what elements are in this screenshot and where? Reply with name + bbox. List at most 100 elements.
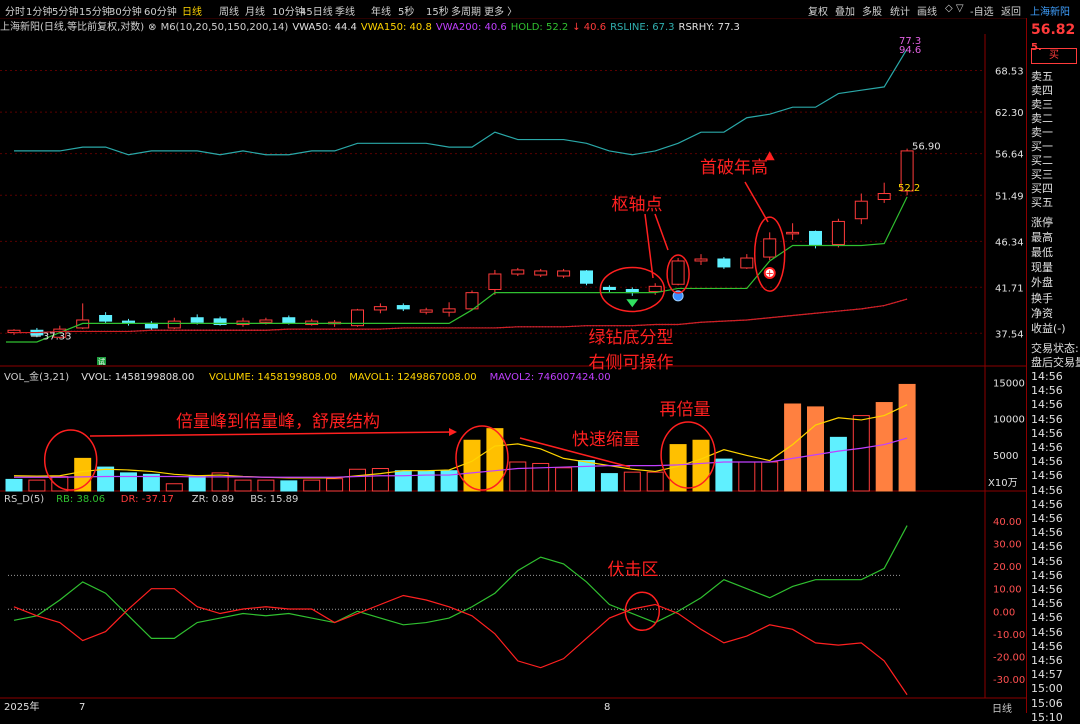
trade-time: 14:56 <box>1031 370 1063 383</box>
volume-tick-label: 15000 <box>993 378 1025 389</box>
volume-bar <box>509 461 527 492</box>
annotation-pivot: 枢轴点 <box>612 195 663 215</box>
candle-body <box>786 231 800 235</box>
annotation-arrowhead <box>449 428 457 436</box>
volume-bar <box>165 483 183 492</box>
rs-tick-label: 30.00 <box>993 540 1022 551</box>
candle-body <box>602 286 616 290</box>
annotation-arrow <box>644 213 654 279</box>
volume-tick-label: 5000 <box>993 451 1018 462</box>
rs-tick-label: -20.00 <box>993 652 1025 663</box>
plus-marker-glyph: + <box>766 268 774 279</box>
annotation-fast-shrink: 快速缩量 <box>572 430 640 450</box>
annotation-diamond-2: 右侧可操作 <box>589 353 674 373</box>
rs-tick-label: 20.00 <box>993 562 1022 573</box>
trade-time: 14:56 <box>1031 469 1063 483</box>
volume-bar <box>97 466 115 492</box>
rs-info-item: RS_D(5) <box>4 494 44 505</box>
rs-tick-label: -10.00 <box>993 630 1025 641</box>
candle-body <box>877 193 891 200</box>
volume-bar <box>738 461 756 492</box>
rs-info-item: DR: -37.17 <box>121 494 174 505</box>
volume-bar <box>234 479 252 492</box>
price-tick-label: 41.71 <box>995 283 1024 294</box>
trade-time: 14:56 <box>1031 639 1063 653</box>
stat-label: 净资 <box>1031 307 1053 320</box>
hold-value-label: 52.2 <box>898 183 920 194</box>
volume-bar <box>898 383 916 492</box>
candle-body <box>580 270 593 284</box>
trade-time: 14:56 <box>1031 426 1063 440</box>
volume-bar <box>188 475 206 492</box>
stat-label: 涨停 <box>1031 216 1053 229</box>
candle-body <box>831 220 845 246</box>
candle-body <box>122 320 135 324</box>
date-month-label: 8 <box>604 702 610 713</box>
annotation-double-again: 再倍量 <box>660 400 711 420</box>
buy-button[interactable]: 买 <box>1031 48 1077 64</box>
rs-tick-label: -30.00 <box>993 675 1025 686</box>
volume-unit-label: X10万 <box>988 478 1018 489</box>
trade-time: 15:00 <box>1031 682 1063 696</box>
trade-time: 14:56 <box>1031 512 1063 525</box>
rs-rb-series <box>13 525 908 639</box>
trade-time: 14:56 <box>1031 483 1063 497</box>
candle-body <box>671 260 685 285</box>
volume-info-item: VVOL: 1458199808.00 <box>81 372 194 383</box>
stat-label: 外盘 <box>1031 276 1053 289</box>
volume-bar <box>578 460 595 492</box>
volume-bar <box>829 436 847 492</box>
candle-body <box>694 258 708 262</box>
volume-bar <box>120 472 137 492</box>
volume-tick-label: 10000 <box>993 415 1025 426</box>
candle-body <box>488 273 502 290</box>
rs-tick-label: 10.00 <box>993 585 1022 596</box>
rs-tick-label: 0.00 <box>993 607 1015 618</box>
rs-info-item: RB: 38.06 <box>56 494 105 505</box>
date-year-label: 2025年 <box>4 700 39 713</box>
volume-bar <box>349 468 366 492</box>
rs-info-item: BS: 15.89 <box>250 494 298 505</box>
low-price-label: 37.33 <box>43 332 72 343</box>
volume-bar <box>326 478 344 492</box>
trade-time: 14:56 <box>1031 583 1063 596</box>
candle-body <box>259 319 273 323</box>
volume-bar <box>623 471 641 492</box>
trade-time: 14:56 <box>1031 540 1063 554</box>
main-chart-svg[interactable]: 68.53 62.30 56.64 51.49 46.34 41.71 37.54 15000… <box>0 0 1026 713</box>
trade-time: 14:56 <box>1031 497 1063 511</box>
candle-body <box>557 270 571 277</box>
volume-bar <box>417 470 435 492</box>
volume-bar <box>28 479 46 492</box>
trade-time: 14:56 <box>1031 398 1063 412</box>
trade-time: 14:56 <box>1031 554 1063 568</box>
price-tick-label: 62.30 <box>995 108 1024 119</box>
rs-info-item: ZR: 0.89 <box>192 494 234 505</box>
candle-body <box>373 306 387 311</box>
volume-info-item: MAVOL2: 746007424.00 <box>490 372 611 383</box>
trade-time: 15:06 <box>1031 696 1063 710</box>
candle-body <box>144 322 158 329</box>
candle-body <box>534 270 548 276</box>
volume-bar <box>257 479 275 492</box>
quote-side-panel: 56.82 5. 买 卖五 卖四 卖三 卖二 卖一 买一 买二 买三 买四 买五 涨停 最高 最低 现量外… <box>1026 18 1080 724</box>
stat-label: 收益(-) <box>1031 322 1066 335</box>
candle-body <box>740 257 754 269</box>
volume-bar <box>600 473 618 492</box>
annotation-arrow <box>654 213 669 251</box>
trade-time: 14:57 <box>1031 668 1063 682</box>
order-book-row: 买五 <box>1031 196 1053 209</box>
volume-bar <box>440 470 458 492</box>
trade-time: 14:56 <box>1031 568 1063 582</box>
price-tick-label: 51.49 <box>995 191 1024 202</box>
volume-bar <box>371 468 389 492</box>
green-diamond-marker <box>626 299 639 308</box>
candle-body <box>167 320 181 329</box>
candle-body <box>809 230 822 246</box>
candle-body <box>511 269 525 275</box>
candle-body <box>717 258 731 268</box>
candle-body <box>419 309 433 313</box>
volume-info-item: MAVOL1: 1249867008.00 <box>349 372 476 383</box>
volume-info-item: VOL_金(3,21) <box>4 370 69 383</box>
annotation-ambush: 伏击区 <box>608 560 659 580</box>
